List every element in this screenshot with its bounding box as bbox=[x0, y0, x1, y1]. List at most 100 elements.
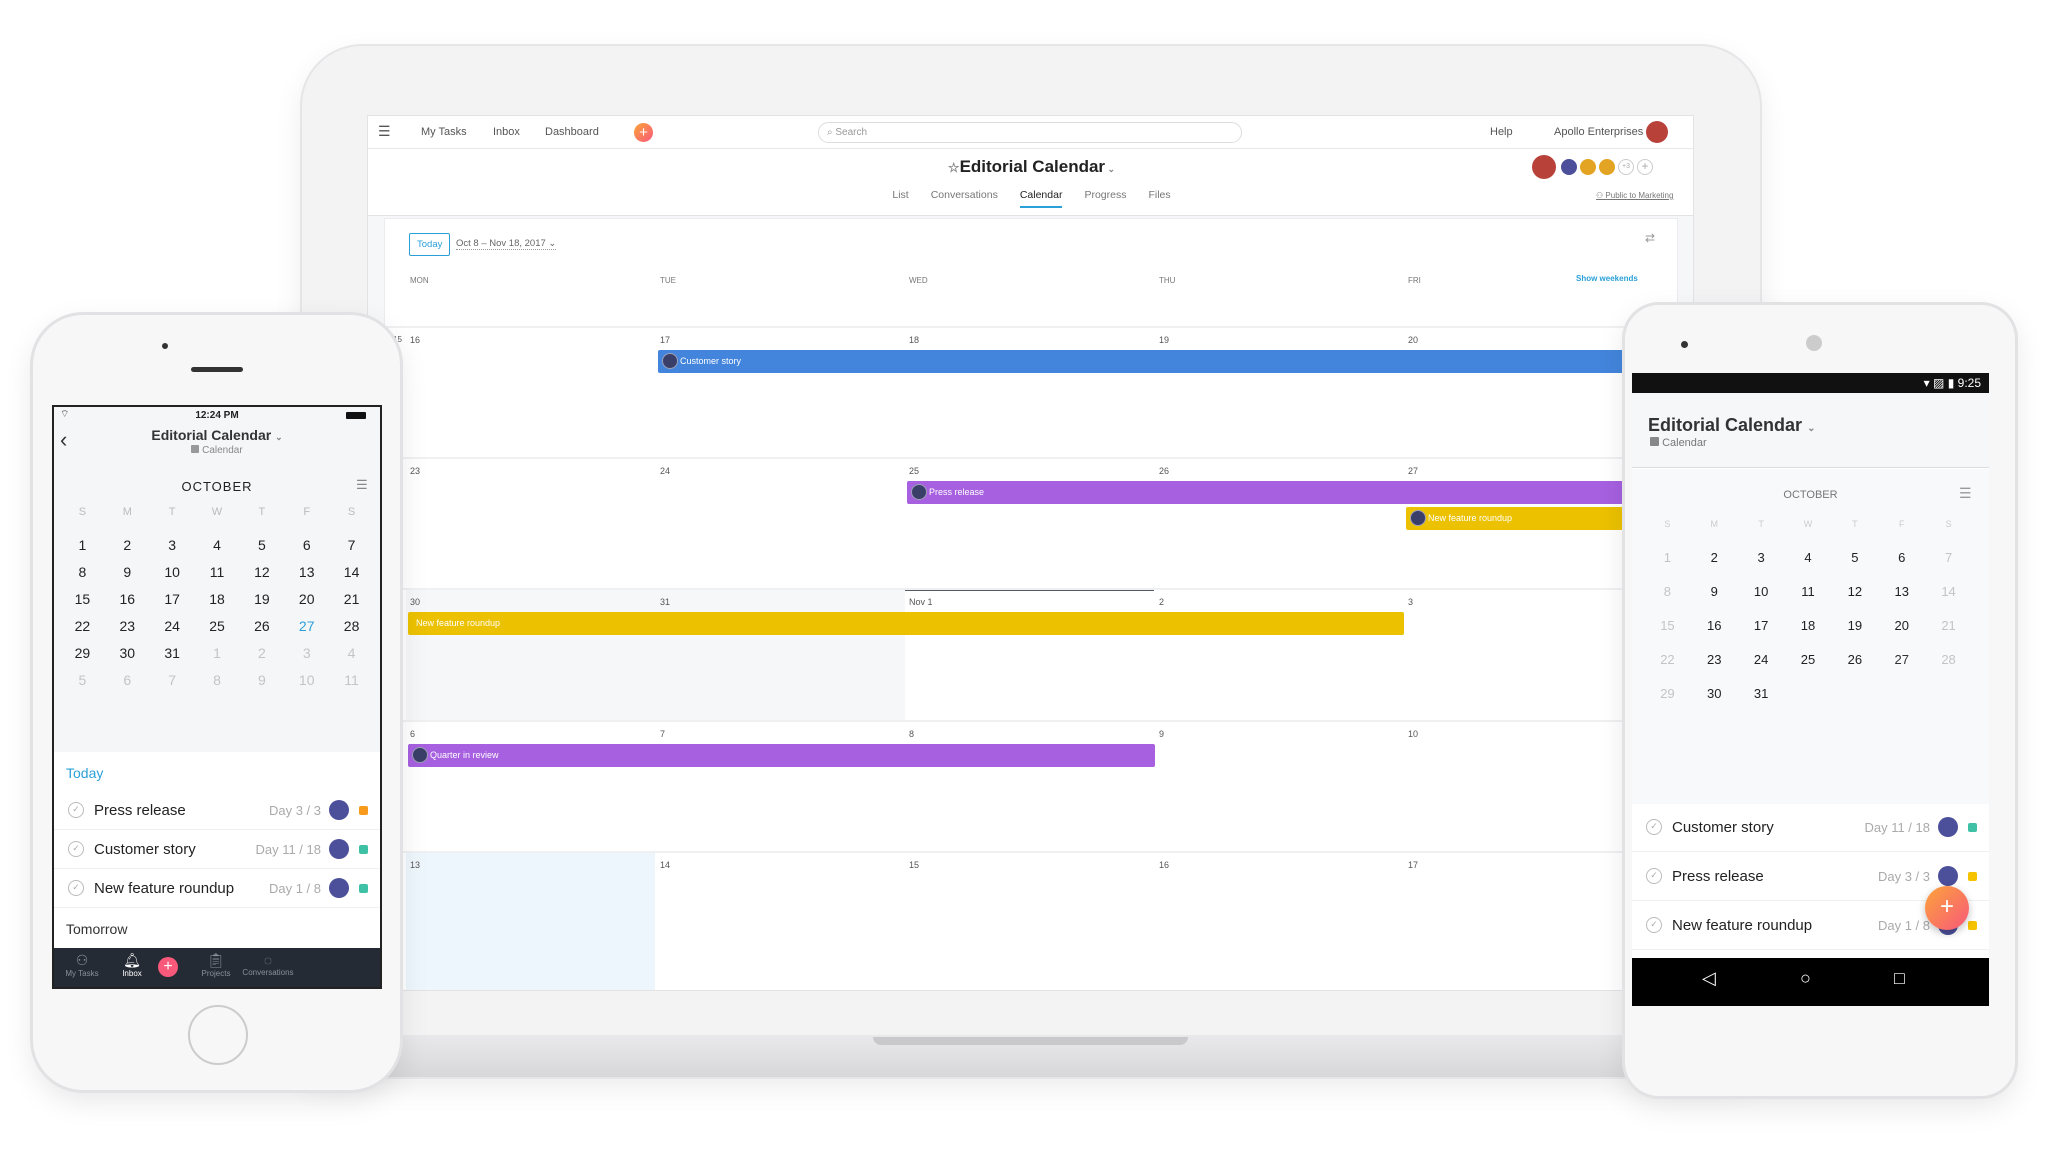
star-icon[interactable]: ☆ bbox=[948, 160, 960, 175]
day-cell[interactable]: 30 bbox=[1691, 677, 1738, 711]
day-cell[interactable]: 15 bbox=[60, 586, 105, 613]
nav-my-tasks[interactable]: My Tasks bbox=[421, 126, 467, 138]
date-range-selector[interactable]: Oct 8 – Nov 18, 2017 ⌄ bbox=[456, 238, 557, 250]
complete-checkbox[interactable]: ✓ bbox=[68, 841, 84, 857]
day-number[interactable]: 20 bbox=[1408, 335, 1418, 345]
user-avatar[interactable] bbox=[1646, 121, 1668, 143]
day-cell[interactable]: 25 bbox=[1785, 643, 1832, 677]
day-cell[interactable]: 22 bbox=[1644, 643, 1691, 677]
day-cell[interactable]: 24 bbox=[1738, 643, 1785, 677]
day-cell[interactable]: 5 bbox=[60, 667, 105, 694]
complete-checkbox[interactable]: ✓ bbox=[1646, 868, 1662, 884]
add-member-button[interactable]: + bbox=[1637, 159, 1653, 175]
day-number[interactable]: 2 bbox=[1159, 597, 1164, 607]
day-cell[interactable]: 20 bbox=[1878, 609, 1925, 643]
day-number[interactable]: 7 bbox=[660, 729, 665, 739]
day-cell[interactable]: 11 bbox=[195, 559, 240, 586]
day-number[interactable]: 19 bbox=[1159, 335, 1169, 345]
nav-inbox[interactable]: Inbox bbox=[493, 126, 520, 138]
chevron-down-icon[interactable]: ⌄ bbox=[1105, 164, 1116, 174]
member-avatar[interactable] bbox=[1599, 159, 1615, 175]
chevron-down-icon[interactable]: ⌄ bbox=[1807, 423, 1815, 434]
task-row[interactable]: ✓ New feature roundup Day 1 / 8 bbox=[54, 869, 380, 908]
list-toggle-icon[interactable]: ☰ bbox=[356, 477, 368, 493]
day-cell[interactable]: 10 bbox=[150, 559, 195, 586]
day-cell[interactable]: 9 bbox=[239, 667, 284, 694]
tab-inbox[interactable]: 🔔︎ Inbox bbox=[108, 952, 156, 978]
visibility-label[interactable]: ⚇ Public to Marketing bbox=[1596, 191, 1673, 200]
add-task-fab[interactable]: + bbox=[1925, 886, 1969, 930]
day-cell[interactable]: 20 bbox=[284, 586, 329, 613]
add-button[interactable]: + bbox=[158, 957, 178, 977]
day-cell[interactable]: 17 bbox=[1738, 609, 1785, 643]
day-cell[interactable]: 6 bbox=[284, 532, 329, 559]
day-number[interactable]: 25 bbox=[909, 466, 919, 476]
member-avatar[interactable] bbox=[1532, 155, 1556, 179]
day-cell[interactable]: 10 bbox=[1738, 575, 1785, 609]
day-cell[interactable]: 22 bbox=[60, 613, 105, 640]
day-number[interactable]: 3 bbox=[1408, 597, 1413, 607]
day-cell[interactable]: 28 bbox=[329, 613, 374, 640]
day-cell[interactable]: 18 bbox=[1785, 609, 1832, 643]
chevron-down-icon[interactable]: ⌄ bbox=[275, 432, 283, 442]
day-cell[interactable]: 3 bbox=[150, 532, 195, 559]
day-cell[interactable]: 2 bbox=[239, 640, 284, 667]
day-cell[interactable]: 14 bbox=[1925, 575, 1972, 609]
home-button[interactable] bbox=[188, 1005, 248, 1065]
day-number[interactable]: 6 bbox=[410, 729, 415, 739]
day-cell[interactable]: 1 bbox=[195, 640, 240, 667]
day-number[interactable]: 27 bbox=[1408, 466, 1418, 476]
calendar-event[interactable]: Customer story bbox=[658, 350, 1626, 373]
day-number[interactable]: 14 bbox=[660, 860, 670, 870]
tab-projects[interactable]: 📋︎ Projects bbox=[192, 952, 240, 978]
day-cell[interactable]: 11 bbox=[1785, 575, 1832, 609]
task-row[interactable]: ✓ Press release Day 3 / 3 bbox=[54, 791, 380, 830]
day-number[interactable]: 13 bbox=[410, 860, 420, 870]
day-number[interactable]: 31 bbox=[660, 597, 670, 607]
complete-checkbox[interactable]: ✓ bbox=[1646, 917, 1662, 933]
day-cell[interactable]: 4 bbox=[1785, 541, 1832, 575]
recents-icon[interactable]: □ bbox=[1894, 968, 1905, 989]
day-cell[interactable]: 17 bbox=[150, 586, 195, 613]
complete-checkbox[interactable]: ✓ bbox=[68, 802, 84, 818]
tab-files[interactable]: Files bbox=[1148, 189, 1170, 208]
day-cell[interactable]: 19 bbox=[1831, 609, 1878, 643]
day-number[interactable]: 16 bbox=[1159, 860, 1169, 870]
day-number[interactable]: 9 bbox=[1159, 729, 1164, 739]
tab-progress[interactable]: Progress bbox=[1084, 189, 1126, 208]
day-number[interactable]: 16 bbox=[410, 335, 420, 345]
member-avatar[interactable] bbox=[1561, 159, 1577, 175]
tab-my-tasks[interactable]: ⚇ My Tasks bbox=[58, 952, 106, 978]
day-cell[interactable]: 8 bbox=[60, 559, 105, 586]
day-cell[interactable]: 3 bbox=[1738, 541, 1785, 575]
day-cell[interactable]: 28 bbox=[1925, 643, 1972, 677]
project-title[interactable]: Editorial Calendar bbox=[1648, 415, 1802, 435]
home-icon[interactable]: ○ bbox=[1800, 968, 1811, 989]
complete-checkbox[interactable]: ✓ bbox=[1646, 819, 1662, 835]
day-cell[interactable]: 4 bbox=[195, 532, 240, 559]
day-cell[interactable]: 30 bbox=[105, 640, 150, 667]
day-cell[interactable]: 11 bbox=[329, 667, 374, 694]
task-row[interactable]: ✓ Customer story Day 11 / 18 bbox=[1632, 803, 1989, 852]
day-cell[interactable]: 19 bbox=[239, 586, 284, 613]
day-number[interactable]: 24 bbox=[660, 466, 670, 476]
nav-dashboard[interactable]: Dashboard bbox=[545, 126, 599, 138]
day-cell[interactable]: 8 bbox=[195, 667, 240, 694]
day-cell[interactable]: 2 bbox=[1691, 541, 1738, 575]
day-cell[interactable]: 8 bbox=[1644, 575, 1691, 609]
day-cell[interactable]: 14 bbox=[329, 559, 374, 586]
day-cell[interactable]: 13 bbox=[1878, 575, 1925, 609]
search-input[interactable]: ⌕ Search bbox=[818, 122, 1242, 143]
day-cell[interactable]: 1 bbox=[1644, 541, 1691, 575]
complete-checkbox[interactable]: ✓ bbox=[68, 880, 84, 896]
day-cell[interactable]: 21 bbox=[329, 586, 374, 613]
day-cell[interactable]: 4 bbox=[329, 640, 374, 667]
day-number[interactable]: 30 bbox=[410, 597, 420, 607]
day-number[interactable]: 10 bbox=[1408, 729, 1418, 739]
day-cell[interactable]: 2 bbox=[105, 532, 150, 559]
day-cell[interactable]: 25 bbox=[195, 613, 240, 640]
filter-icon[interactable]: ⇄ bbox=[1645, 231, 1655, 245]
day-cell[interactable]: 15 bbox=[1644, 609, 1691, 643]
show-weekends-link[interactable]: Show weekends bbox=[1576, 274, 1638, 283]
day-cell[interactable]: 23 bbox=[1691, 643, 1738, 677]
